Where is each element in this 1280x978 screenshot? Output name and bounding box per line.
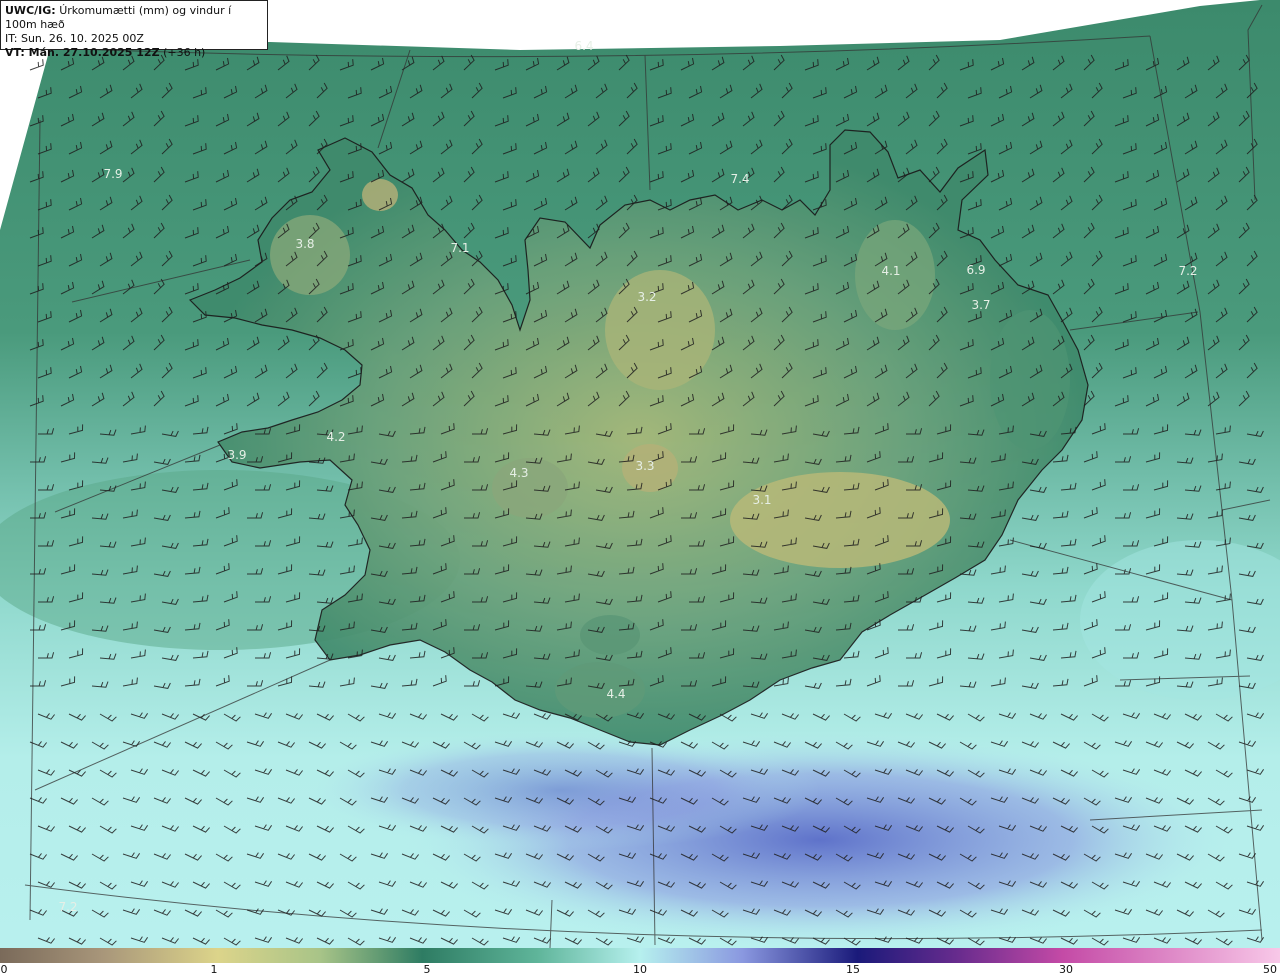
map-value-label: 6.9 bbox=[966, 263, 985, 277]
map-title-box: UWC/IG: Úrkomumætti (mm) og vindur í 100… bbox=[0, 0, 268, 59]
valid-time: VT: Mán. 27.10.2025 12Z (+36 h) bbox=[5, 46, 263, 60]
map-value-label: 7.4 bbox=[730, 172, 749, 186]
title-line: UWC/IG: Úrkomumætti (mm) og vindur í 100… bbox=[5, 4, 263, 32]
map-value-label: 4.1 bbox=[881, 264, 900, 278]
colorbar-tick: 50 bbox=[1263, 963, 1277, 976]
colorbar-tick: 0 bbox=[0, 963, 8, 976]
map-value-label: 3.7 bbox=[971, 298, 990, 312]
colorbar-tick: 5 bbox=[423, 963, 431, 976]
map-value-label: 3.9 bbox=[227, 448, 246, 462]
map-value-label: 7.2 bbox=[1178, 264, 1197, 278]
map-value-label: 4.3 bbox=[509, 466, 528, 480]
map-value-label: 7.2 bbox=[58, 900, 77, 914]
valid-time-label: VT: Mán. 27.10.2025 12Z bbox=[5, 46, 160, 59]
forecast-map[interactable]: 6.4 7.9 7.4 3.8 7.1 3.2 4.1 6.9 7.2 3.7 4.2 3.9 4.3 3… bbox=[0, 0, 1280, 978]
map-value-label: 4.2 bbox=[326, 430, 345, 444]
product-code: UWC/IG: bbox=[5, 4, 56, 17]
colorbar-tick: 10 bbox=[633, 963, 647, 976]
map-value-label: 7.1 bbox=[450, 241, 469, 255]
map-value-label: 6.4 bbox=[574, 39, 593, 53]
colorbar-tick: 1 bbox=[210, 963, 218, 976]
map-value-label: 3.8 bbox=[295, 237, 314, 251]
map-value-label: 3.1 bbox=[752, 493, 771, 507]
colorbar bbox=[0, 948, 1280, 963]
lead-time: (+36 h) bbox=[163, 46, 206, 59]
colorbar-tick: 15 bbox=[846, 963, 860, 976]
map-value-label: 3.3 bbox=[635, 459, 654, 473]
map-value-label: 3.2 bbox=[637, 290, 656, 304]
map-value-label: 7.9 bbox=[103, 167, 122, 181]
colorbar-tick-labels: 0 1 5 10 15 30 50 bbox=[0, 963, 1280, 978]
map-value-label: 4.4 bbox=[606, 687, 625, 701]
colorbar-tick: 30 bbox=[1059, 963, 1073, 976]
init-time: IT: Sun. 26. 10. 2025 00Z bbox=[5, 32, 144, 45]
